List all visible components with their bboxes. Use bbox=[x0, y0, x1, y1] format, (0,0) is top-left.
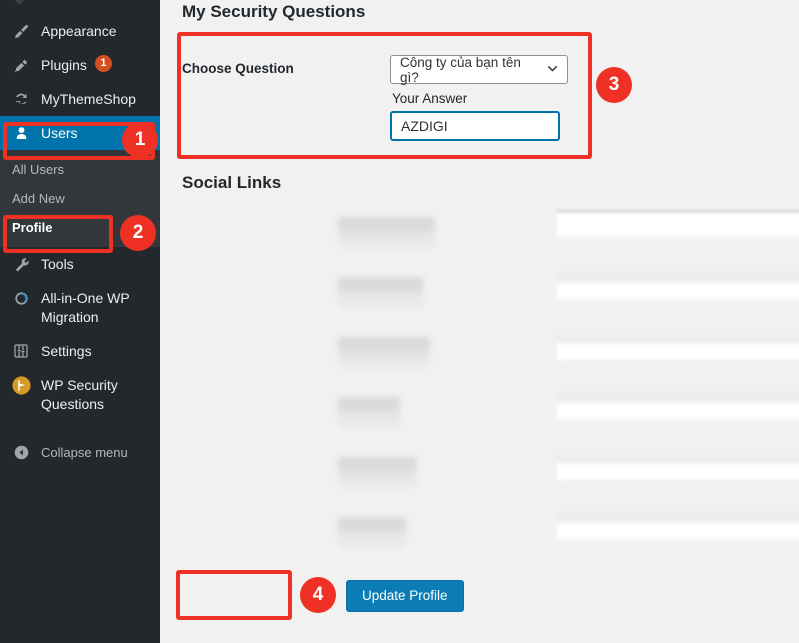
social-link-input[interactable] bbox=[557, 451, 799, 495]
social-link-label-redacted bbox=[338, 397, 400, 428]
admin-sidebar: Appearance Plugins 1 MyThemeShop Users bbox=[0, 0, 160, 643]
plugins-update-badge: 1 bbox=[95, 55, 112, 72]
chevron-down-icon bbox=[546, 62, 559, 78]
menu-arrow-stub bbox=[13, 0, 26, 5]
social-link-label-redacted bbox=[338, 517, 406, 548]
social-link-input[interactable] bbox=[557, 211, 799, 256]
page-title-security-questions: My Security Questions bbox=[182, 2, 365, 22]
sidebar-item-plugins[interactable]: Plugins 1 bbox=[0, 48, 160, 82]
sidebar-item-label: All-in-One WP Migration bbox=[41, 288, 160, 327]
list-item[interactable] bbox=[160, 265, 799, 325]
answer-label: Your Answer bbox=[392, 91, 467, 106]
sidebar-item-all-users[interactable]: All Users bbox=[0, 155, 160, 184]
sidebar-item-label: Tools bbox=[41, 254, 74, 274]
flag-badge-icon bbox=[10, 375, 32, 395]
social-link-label-redacted bbox=[338, 277, 423, 308]
admin-screen: Appearance Plugins 1 MyThemeShop Users bbox=[0, 0, 799, 643]
migration-icon bbox=[10, 288, 32, 308]
choose-question-select[interactable]: Công ty của bạn tên gì? bbox=[390, 55, 568, 84]
selected-question-text: Công ty của bạn tên gì? bbox=[400, 55, 540, 85]
list-item[interactable] bbox=[160, 205, 799, 265]
paintbrush-icon bbox=[10, 21, 32, 41]
sidebar-item-tools[interactable]: Tools bbox=[0, 247, 160, 281]
sidebar-item-label: Settings bbox=[41, 341, 92, 361]
choose-question-label: Choose Question bbox=[182, 61, 294, 76]
list-item[interactable] bbox=[160, 445, 799, 505]
collapse-menu-button[interactable]: Collapse menu bbox=[0, 435, 160, 469]
collapse-left-icon bbox=[10, 442, 32, 462]
list-item[interactable] bbox=[160, 385, 799, 445]
sidebar-item-label: Users bbox=[41, 123, 78, 143]
security-question-group: Choose Question Công ty của bạn tên gì? … bbox=[168, 33, 568, 158]
submenu-item-label: All Users bbox=[12, 162, 64, 177]
annotation-number-3: 3 bbox=[596, 67, 632, 103]
social-links-list bbox=[160, 205, 799, 555]
answer-input[interactable]: AZDIGI bbox=[390, 111, 560, 141]
annotation-number-2: 2 bbox=[120, 215, 156, 251]
social-link-label-redacted bbox=[338, 337, 430, 368]
annotation-number-4: 4 bbox=[300, 577, 336, 613]
sidebar-item-add-new-user[interactable]: Add New bbox=[0, 184, 160, 213]
sidebar-item-settings[interactable]: Settings bbox=[0, 334, 160, 368]
social-link-input[interactable] bbox=[557, 391, 799, 435]
sidebar-item-label: WP Security Questions bbox=[41, 375, 160, 414]
social-link-input[interactable] bbox=[557, 271, 799, 315]
annotation-number-1: 1 bbox=[122, 122, 158, 158]
sidebar-item-label: Appearance bbox=[41, 21, 117, 41]
submenu-item-label: Profile bbox=[12, 220, 52, 235]
sidebar-item-mythemeshop[interactable]: MyThemeShop bbox=[0, 82, 160, 116]
refresh-circle-icon bbox=[10, 89, 32, 109]
social-link-input[interactable] bbox=[557, 331, 799, 375]
social-link-input[interactable] bbox=[557, 511, 799, 555]
wrench-icon bbox=[10, 254, 32, 274]
social-link-label-redacted bbox=[338, 457, 417, 488]
submenu-item-label: Add New bbox=[12, 191, 65, 206]
list-item[interactable] bbox=[160, 505, 799, 565]
page-title-social-links: Social Links bbox=[182, 173, 281, 193]
sidebar-item-label: Plugins bbox=[41, 55, 87, 75]
sliders-icon bbox=[10, 341, 32, 361]
plug-icon bbox=[10, 55, 32, 75]
profile-content: My Security Questions Choose Question Cô… bbox=[160, 0, 799, 643]
update-profile-wrap: Update Profile bbox=[346, 580, 464, 612]
list-item[interactable] bbox=[160, 325, 799, 385]
user-icon bbox=[10, 123, 32, 143]
update-profile-button[interactable]: Update Profile bbox=[346, 580, 464, 612]
sidebar-item-all-in-one-wp-migration[interactable]: All-in-One WP Migration bbox=[0, 281, 160, 334]
answer-value: AZDIGI bbox=[401, 118, 448, 134]
sidebar-item-appearance[interactable]: Appearance bbox=[0, 14, 160, 48]
sidebar-item-wp-security-questions[interactable]: WP Security Questions bbox=[0, 368, 160, 421]
collapse-menu-label: Collapse menu bbox=[41, 442, 128, 462]
sidebar-item-label: MyThemeShop bbox=[41, 89, 136, 109]
social-link-label-redacted bbox=[338, 217, 435, 248]
